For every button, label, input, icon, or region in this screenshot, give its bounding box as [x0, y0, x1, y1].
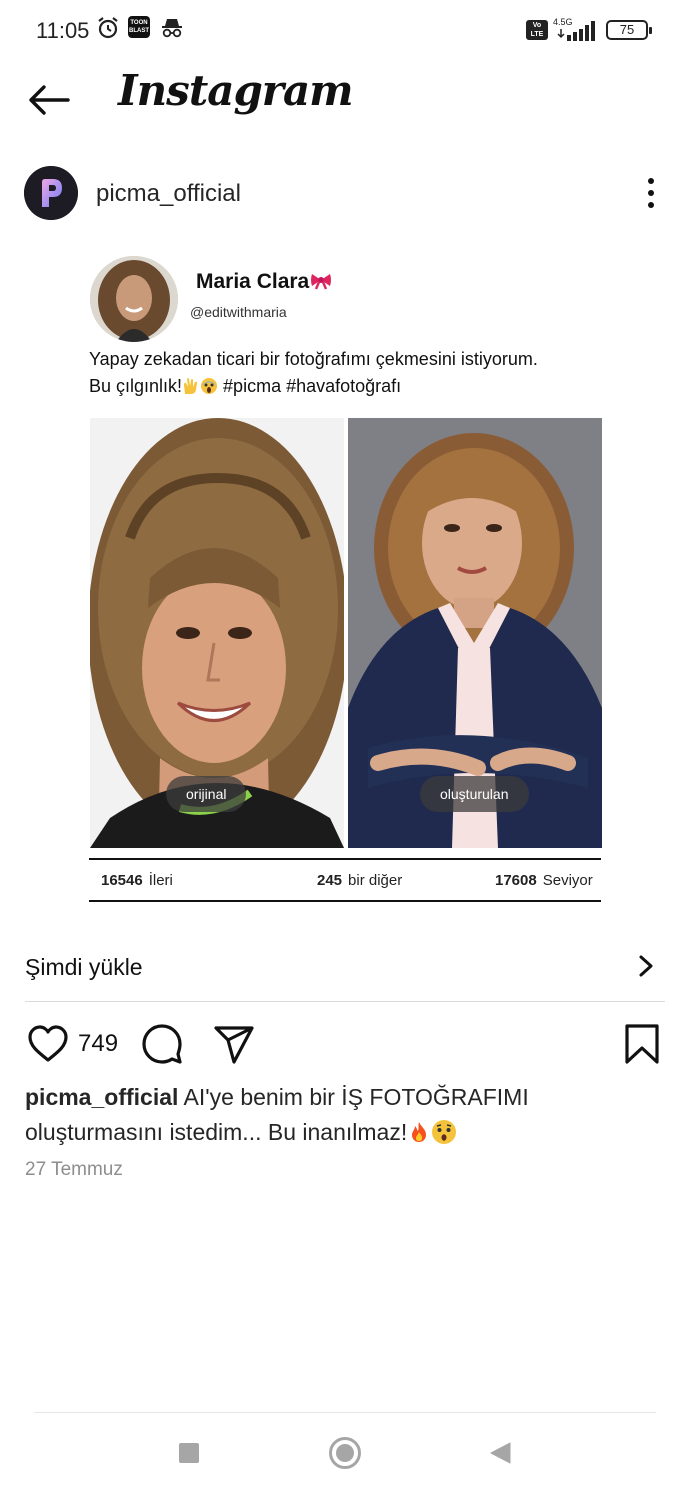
screaming-face-emoji-icon: [201, 378, 218, 394]
heart-icon[interactable]: [26, 1022, 70, 1066]
fire-emoji-icon: [412, 1122, 427, 1142]
picma-logo-icon: [24, 166, 78, 220]
ribbon-bow-icon: [311, 274, 332, 290]
stat-likes: 17608 Seviyor: [495, 872, 593, 889]
home-button[interactable]: [329, 1437, 361, 1469]
nav-back-button[interactable]: [488, 1441, 512, 1465]
generated-photo-label: oluşturulan: [420, 776, 529, 812]
card-stats: 16546 İleri 245 bir diğer 17608 Seviyor: [89, 858, 601, 902]
install-now-link[interactable]: Şimdi yükle: [0, 936, 690, 1002]
raising-hands-emoji-icon: [184, 378, 198, 394]
arrow-left-icon[interactable]: [26, 82, 72, 118]
like-count[interactable]: 749: [78, 1030, 118, 1058]
stat-other: 245 bir diğer: [317, 872, 403, 889]
nav-divider: [34, 1412, 656, 1413]
toon-blast-app-icon: TOON BLAST: [128, 16, 150, 38]
generated-photo: oluşturulan: [348, 418, 602, 848]
incognito-icon: [162, 19, 182, 38]
post-image[interactable]: Maria Clara @editwithmaria Yapay zekadan…: [0, 238, 690, 924]
post-caption: picma_official AI'ye benim bir İŞ FOTOĞR…: [25, 1080, 665, 1150]
volte-icon: Vo LTE: [526, 20, 548, 40]
caption-username[interactable]: picma_official: [25, 1084, 178, 1110]
card-author-handle: @editwithmaria: [190, 304, 287, 320]
post-date: 27 Temmuz: [25, 1159, 123, 1180]
post-header: picma_official: [0, 160, 690, 226]
chevron-right-icon: [639, 955, 653, 977]
bookmark-icon[interactable]: [620, 1022, 664, 1066]
astonished-face-emoji-icon: [432, 1120, 457, 1144]
divider: [25, 1001, 665, 1002]
comment-icon[interactable]: [140, 1022, 184, 1066]
original-photo-label: orijinal: [166, 776, 247, 812]
stat-forward: 16546 İleri: [101, 872, 173, 889]
share-icon[interactable]: [212, 1022, 256, 1066]
app-title: Instagram: [118, 66, 354, 115]
signal-strength-icon: [557, 21, 595, 41]
account-name[interactable]: picma_official: [96, 180, 241, 208]
card-author-avatar: [90, 256, 178, 342]
install-now-label: Şimdi yükle: [25, 954, 143, 980]
account-avatar[interactable]: [24, 166, 78, 220]
alarm-clock-icon: [98, 17, 118, 39]
status-time: 11:05: [36, 18, 90, 43]
app-header: Instagram: [0, 60, 690, 140]
post-actions: 749: [0, 1018, 690, 1070]
original-photo: orijinal: [90, 418, 344, 848]
battery-icon: 75: [606, 20, 652, 40]
recent-apps-button[interactable]: [179, 1443, 199, 1463]
card-author-name: Maria Clara: [196, 270, 332, 294]
status-bar: 11:05 TOON BLAST Vo LTE 4.5G 75: [0, 0, 690, 60]
card-description: Yapay zekadan ticari bir fotoğrafımı çek…: [89, 349, 538, 396]
more-options-icon[interactable]: [640, 176, 662, 210]
